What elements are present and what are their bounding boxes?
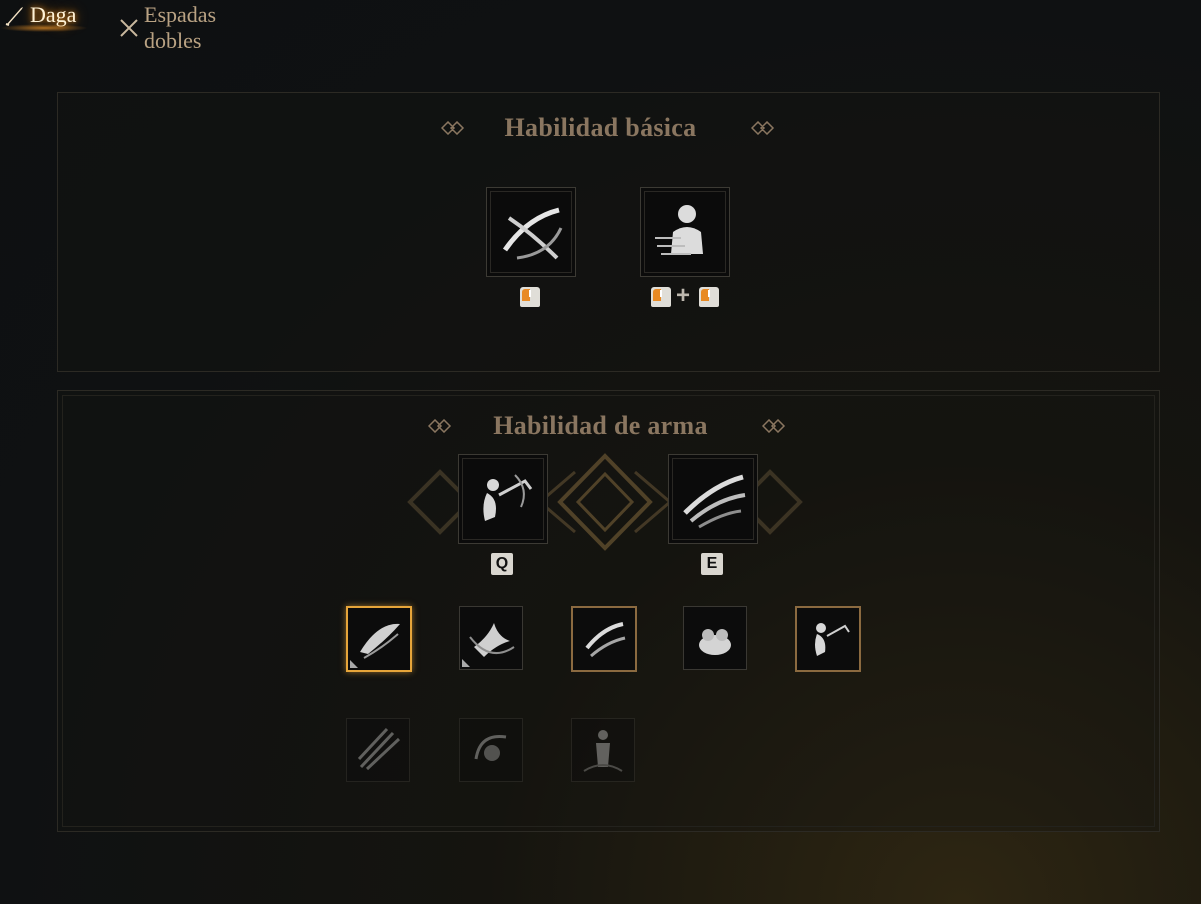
ornament-icon [762,419,786,433]
standing-figure-icon [583,730,623,772]
leaping-figure-icon [815,623,850,656]
weapon-skill-q[interactable] [458,454,548,544]
left-mouse-icon [699,287,719,307]
passive-skill-8[interactable] [571,718,635,782]
tab-daga-label: Daga [30,2,77,27]
silhouette-dash-icon [655,205,703,255]
slash-strike-icon [502,207,563,260]
double-slash-icon [585,622,626,658]
basic-skill-dash[interactable] [640,187,730,277]
passive-skill-7[interactable] [459,718,523,782]
corner-marker [462,659,470,667]
tab-espadas-dobles[interactable]: Espadas dobles [118,2,216,54]
basic-skill-slash[interactable] [486,187,576,277]
key-e: E [701,553,723,575]
leaping-figure-icon [483,474,533,521]
multi-blade-icon [357,727,401,771]
tab-espadas-dobles-label: Espadas dobles [144,2,217,53]
passive-skill-4[interactable] [683,606,747,670]
spin-figure-icon [474,734,507,761]
claw-slash-icon [683,474,746,529]
creature-icon [699,629,731,655]
left-mouse-icon [520,287,540,307]
left-mouse-icon [651,287,671,307]
basic-skill-title: Habilidad básica [504,113,697,142]
combo-plus: + [676,282,691,309]
tab-daga[interactable]: Daga [0,2,89,32]
passive-skill-5[interactable] [795,606,861,672]
weapon-skill-e[interactable] [668,454,758,544]
passive-skill-2[interactable] [459,606,523,670]
passive-skill-3[interactable] [571,606,637,672]
passive-skill-1[interactable] [346,606,412,672]
crossed-swords-icon [118,17,140,39]
ornament-icon [751,121,775,135]
weapon-skill-title: Habilidad de arma [493,411,708,440]
key-q: Q [491,553,513,575]
corner-marker [350,660,358,668]
dagger-icon [4,4,26,26]
passive-skill-6[interactable] [346,718,410,782]
